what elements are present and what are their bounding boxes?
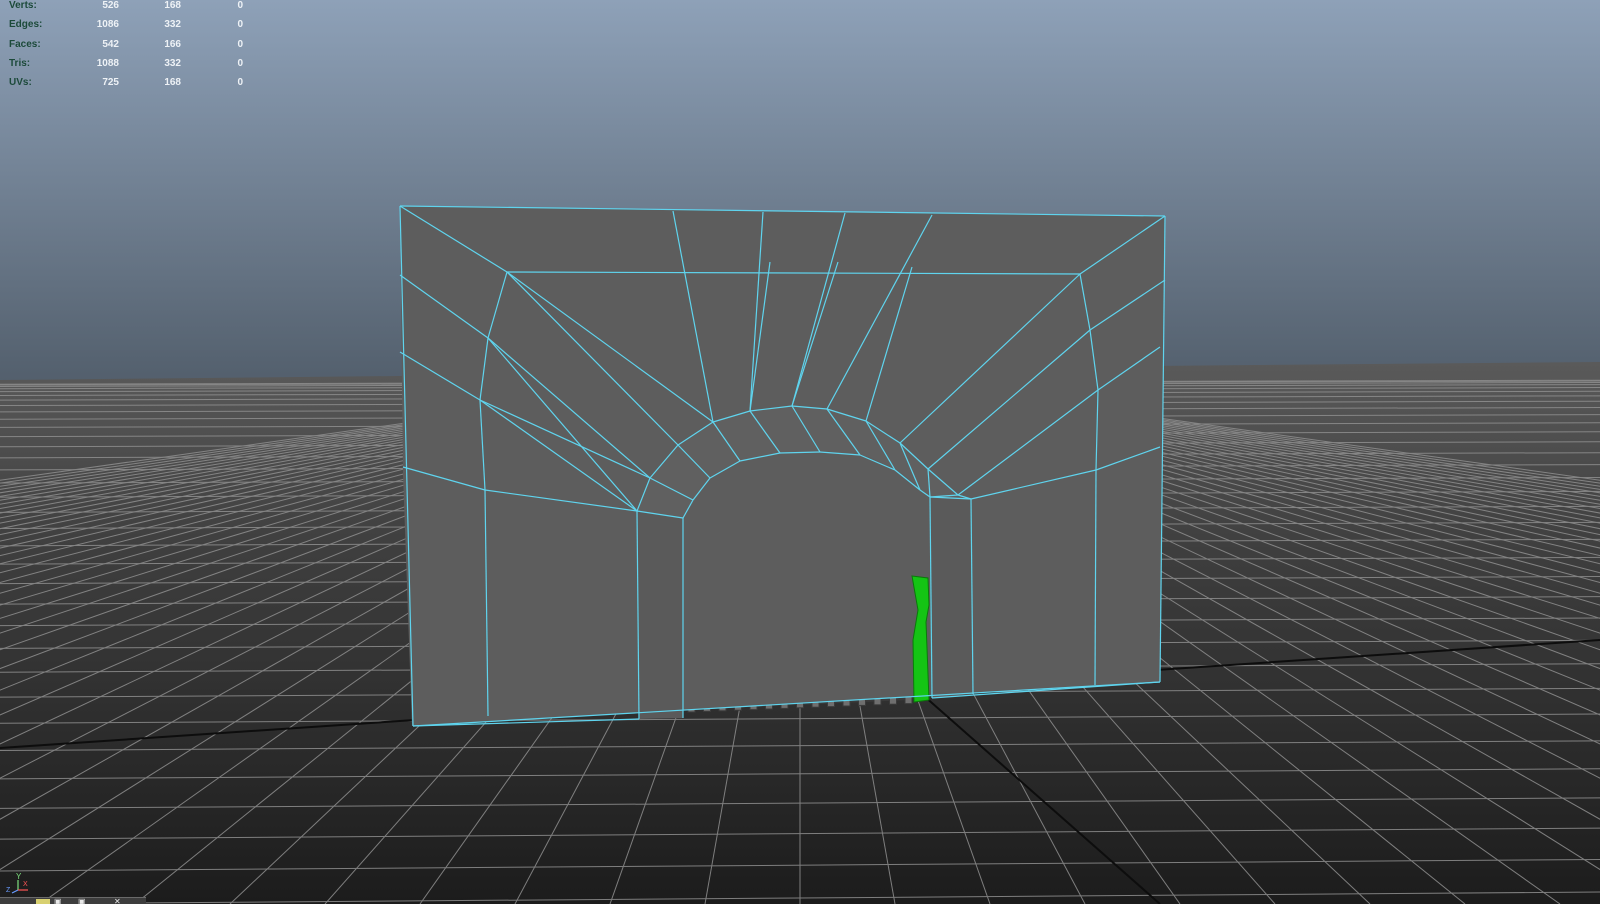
axis-x-label: X	[23, 881, 28, 888]
hud-value: 0	[237, 19, 243, 31]
hud-label: Faces:	[9, 38, 41, 50]
close-icon[interactable]: ✕	[114, 898, 121, 904]
hud-label: Tris:	[9, 57, 31, 69]
scene-3d[interactable]	[0, 0, 1600, 904]
maya-viewport[interactable]: Verts: 526 168 0 Edges: 1086 332 0 Faces: 542 166 0…	[0, 0, 1600, 904]
camera-icon[interactable]	[36, 899, 50, 904]
wall-face	[400, 206, 1165, 726]
left-jamb	[637, 511, 683, 719]
right-jamb	[930, 497, 973, 698]
hud-value: 542	[102, 38, 119, 50]
hud-value: 526	[102, 0, 119, 11]
hud-value: 0	[237, 38, 243, 50]
layout-icon[interactable]: ▣	[78, 898, 86, 904]
hud-value: 168	[164, 0, 181, 11]
hud-label: Edges:	[9, 19, 43, 31]
hud-value: 0	[237, 57, 243, 69]
hud-value: 1086	[96, 19, 119, 31]
hud-value: 0	[237, 0, 243, 11]
hud-value: 332	[164, 19, 181, 31]
hud-value: 1088	[96, 57, 119, 69]
viewport-bottom-toolbar: ▣ ▣ ✕	[0, 897, 146, 904]
hud-value: 725	[102, 77, 119, 89]
layout-icon[interactable]: ▣	[54, 898, 62, 904]
hud-value: 168	[164, 77, 181, 89]
wall-mesh[interactable]	[400, 206, 1165, 726]
axis-gizmo: Y X Z	[6, 872, 28, 894]
hud-label: Verts:	[9, 0, 37, 11]
axis-y-label: Y	[16, 872, 22, 881]
hud-value: 166	[164, 38, 181, 50]
hud-value: 0	[237, 77, 243, 89]
hud-label: UVs:	[9, 77, 32, 89]
axis-z-label: Z	[6, 887, 11, 894]
hud-value: 332	[164, 57, 181, 69]
